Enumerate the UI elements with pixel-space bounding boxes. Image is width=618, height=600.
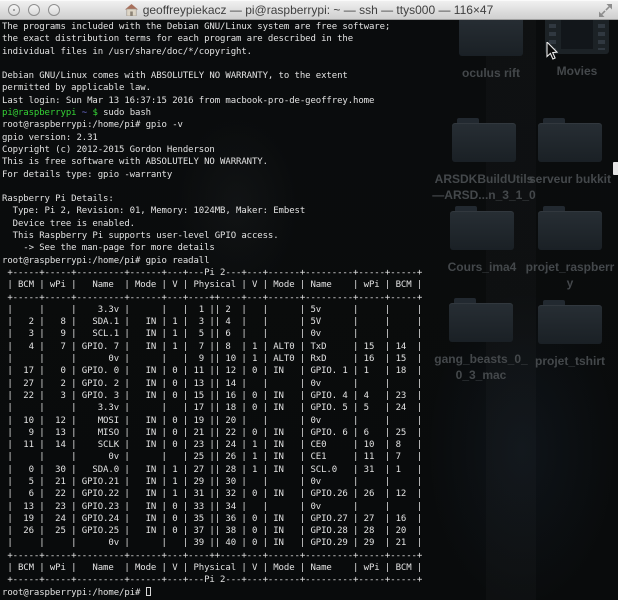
terminal-cursor xyxy=(146,587,151,596)
terminal-line: Type: Pi 2, Revision: 01, Memory: 1024MB… xyxy=(2,205,618,217)
terminal-line: | 22 | 3 | GPIO. 3 | IN | 0 | 15 || 16 |… xyxy=(2,390,618,402)
terminal-content: oculus riftMoviesARSDKBuildUtils —ARSD..… xyxy=(0,20,618,600)
title-area: geoffreypiekacz — pi@raspberrypi: ~ — ss… xyxy=(125,3,494,17)
terminal-line: Copyright (c) 2012-2015 Gordon Henderson xyxy=(2,144,618,156)
terminal-line: +-----+-----+---------+------+---+----++… xyxy=(2,292,618,304)
terminal-output[interactable]: The programs included with the Debian GN… xyxy=(0,20,618,600)
terminal-line: | 10 | 12 | MOSI | IN | 0 | 19 || 20 | |… xyxy=(2,415,618,427)
minimize-button[interactable] xyxy=(28,4,40,16)
terminal-line: The programs included with the Debian GN… xyxy=(2,21,618,33)
window-titlebar[interactable]: geoffreypiekacz — pi@raspberrypi: ~ — ss… xyxy=(0,0,618,20)
terminal-line: | 27 | 2 | GPIO. 2 | IN | 0 | 13 || 14 |… xyxy=(2,378,618,390)
close-button[interactable] xyxy=(8,4,20,16)
terminal-line: | 11 | 14 | SCLK | IN | 0 | 23 || 24 | 1… xyxy=(2,439,618,451)
mouse-cursor xyxy=(546,42,558,60)
terminal-line xyxy=(2,181,618,193)
terminal-line: Debian GNU/Linux comes with ABSOLUTELY N… xyxy=(2,70,618,82)
terminal-line: +-----+-----+---------+------+---+---Pi … xyxy=(2,574,618,586)
terminal-line: | | | 0v | | | 9 || 10 | 1 | ALT0 | RxD … xyxy=(2,353,618,365)
terminal-line: | 2 | 8 | SDA.1 | IN | 1 | 3 || 4 | | | … xyxy=(2,316,618,328)
terminal-line: Last login: Sun Mar 13 16:37:15 2016 fro… xyxy=(2,95,618,107)
terminal-line: -> See the man-page for more details xyxy=(2,242,618,254)
terminal-line: root@raspberrypi:/home/pi# xyxy=(2,587,618,599)
terminal-line: | | | 3.3v | | | 17 || 18 | 0 | IN | GPI… xyxy=(2,402,618,414)
terminal-line xyxy=(2,58,618,70)
terminal-line: | 6 | 22 | GPIO.22 | IN | 1 | 31 || 32 |… xyxy=(2,488,618,500)
terminal-line: For details type: gpio -warranty xyxy=(2,169,618,181)
terminal-line: pi@raspberrypi ~ $ sudo bash xyxy=(2,107,618,119)
terminal-line: | 9 | 13 | MISO | IN | 0 | 21 || 22 | 0 … xyxy=(2,427,618,439)
traffic-lights xyxy=(8,0,60,20)
terminal-line: Raspberry Pi Details: xyxy=(2,193,618,205)
terminal-line: | BCM | wPi | Name | Mode | V | Physical… xyxy=(2,279,618,291)
terminal-line: | | | 3.3v | | | 1 || 2 | | | 5v | | | xyxy=(2,304,618,316)
terminal-line: the exact distribution terms for each pr… xyxy=(2,33,618,45)
terminal-line: | 13 | 23 | GPIO.23 | IN | 0 | 33 || 34 … xyxy=(2,501,618,513)
terminal-line: | | | 0v | | | 39 || 40 | 0 | IN | GPIO.… xyxy=(2,537,618,549)
terminal-line: +-----+-----+---------+------+---+----++… xyxy=(2,550,618,562)
terminal-line: | BCM | wPi | Name | Mode | V | Physical… xyxy=(2,562,618,574)
terminal-line: | 26 | 25 | GPIO.25 | IN | 0 | 37 || 38 … xyxy=(2,525,618,537)
home-icon xyxy=(125,4,138,16)
terminal-line: | 19 | 24 | GPIO.24 | IN | 0 | 35 || 36 … xyxy=(2,513,618,525)
terminal-line: | 4 | 7 | GPIO. 7 | IN | 1 | 7 || 8 | 1 … xyxy=(2,341,618,353)
window-title: geoffreypiekacz — pi@raspberrypi: ~ — ss… xyxy=(143,3,494,17)
terminal-line: root@raspberrypi:/home/pi# gpio readall xyxy=(2,255,618,267)
terminal-line: gpio version: 2.31 xyxy=(2,132,618,144)
terminal-line: | | | 0v | | | 25 || 26 | 1 | IN | CE1 |… xyxy=(2,451,618,463)
terminal-line: | 5 | 21 | GPIO.21 | IN | 1 | 29 || 30 |… xyxy=(2,476,618,488)
terminal-window: geoffreypiekacz — pi@raspberrypi: ~ — ss… xyxy=(0,0,618,600)
terminal-line: This Raspberry Pi supports user-level GP… xyxy=(2,230,618,242)
terminal-line: This is free software with ABSOLUTELY NO… xyxy=(2,156,618,168)
terminal-line: root@raspberrypi:/home/pi# gpio -v xyxy=(2,119,618,131)
terminal-line: individual files in /usr/share/doc/*/cop… xyxy=(2,46,618,58)
terminal-line: permitted by applicable law. xyxy=(2,82,618,94)
terminal-line: | 3 | 9 | SCL.1 | IN | 1 | 5 || 6 | | | … xyxy=(2,328,618,340)
fullscreen-icon[interactable] xyxy=(599,4,612,17)
terminal-line: Device tree is enabled. xyxy=(2,218,618,230)
terminal-line: | 17 | 0 | GPIO. 0 | IN | 0 | 11 || 12 |… xyxy=(2,365,618,377)
zoom-button[interactable] xyxy=(48,4,60,16)
terminal-line: | 0 | 30 | SDA.0 | IN | 1 | 27 || 28 | 1… xyxy=(2,464,618,476)
terminal-line: +-----+-----+---------+------+---+---Pi … xyxy=(2,267,618,279)
